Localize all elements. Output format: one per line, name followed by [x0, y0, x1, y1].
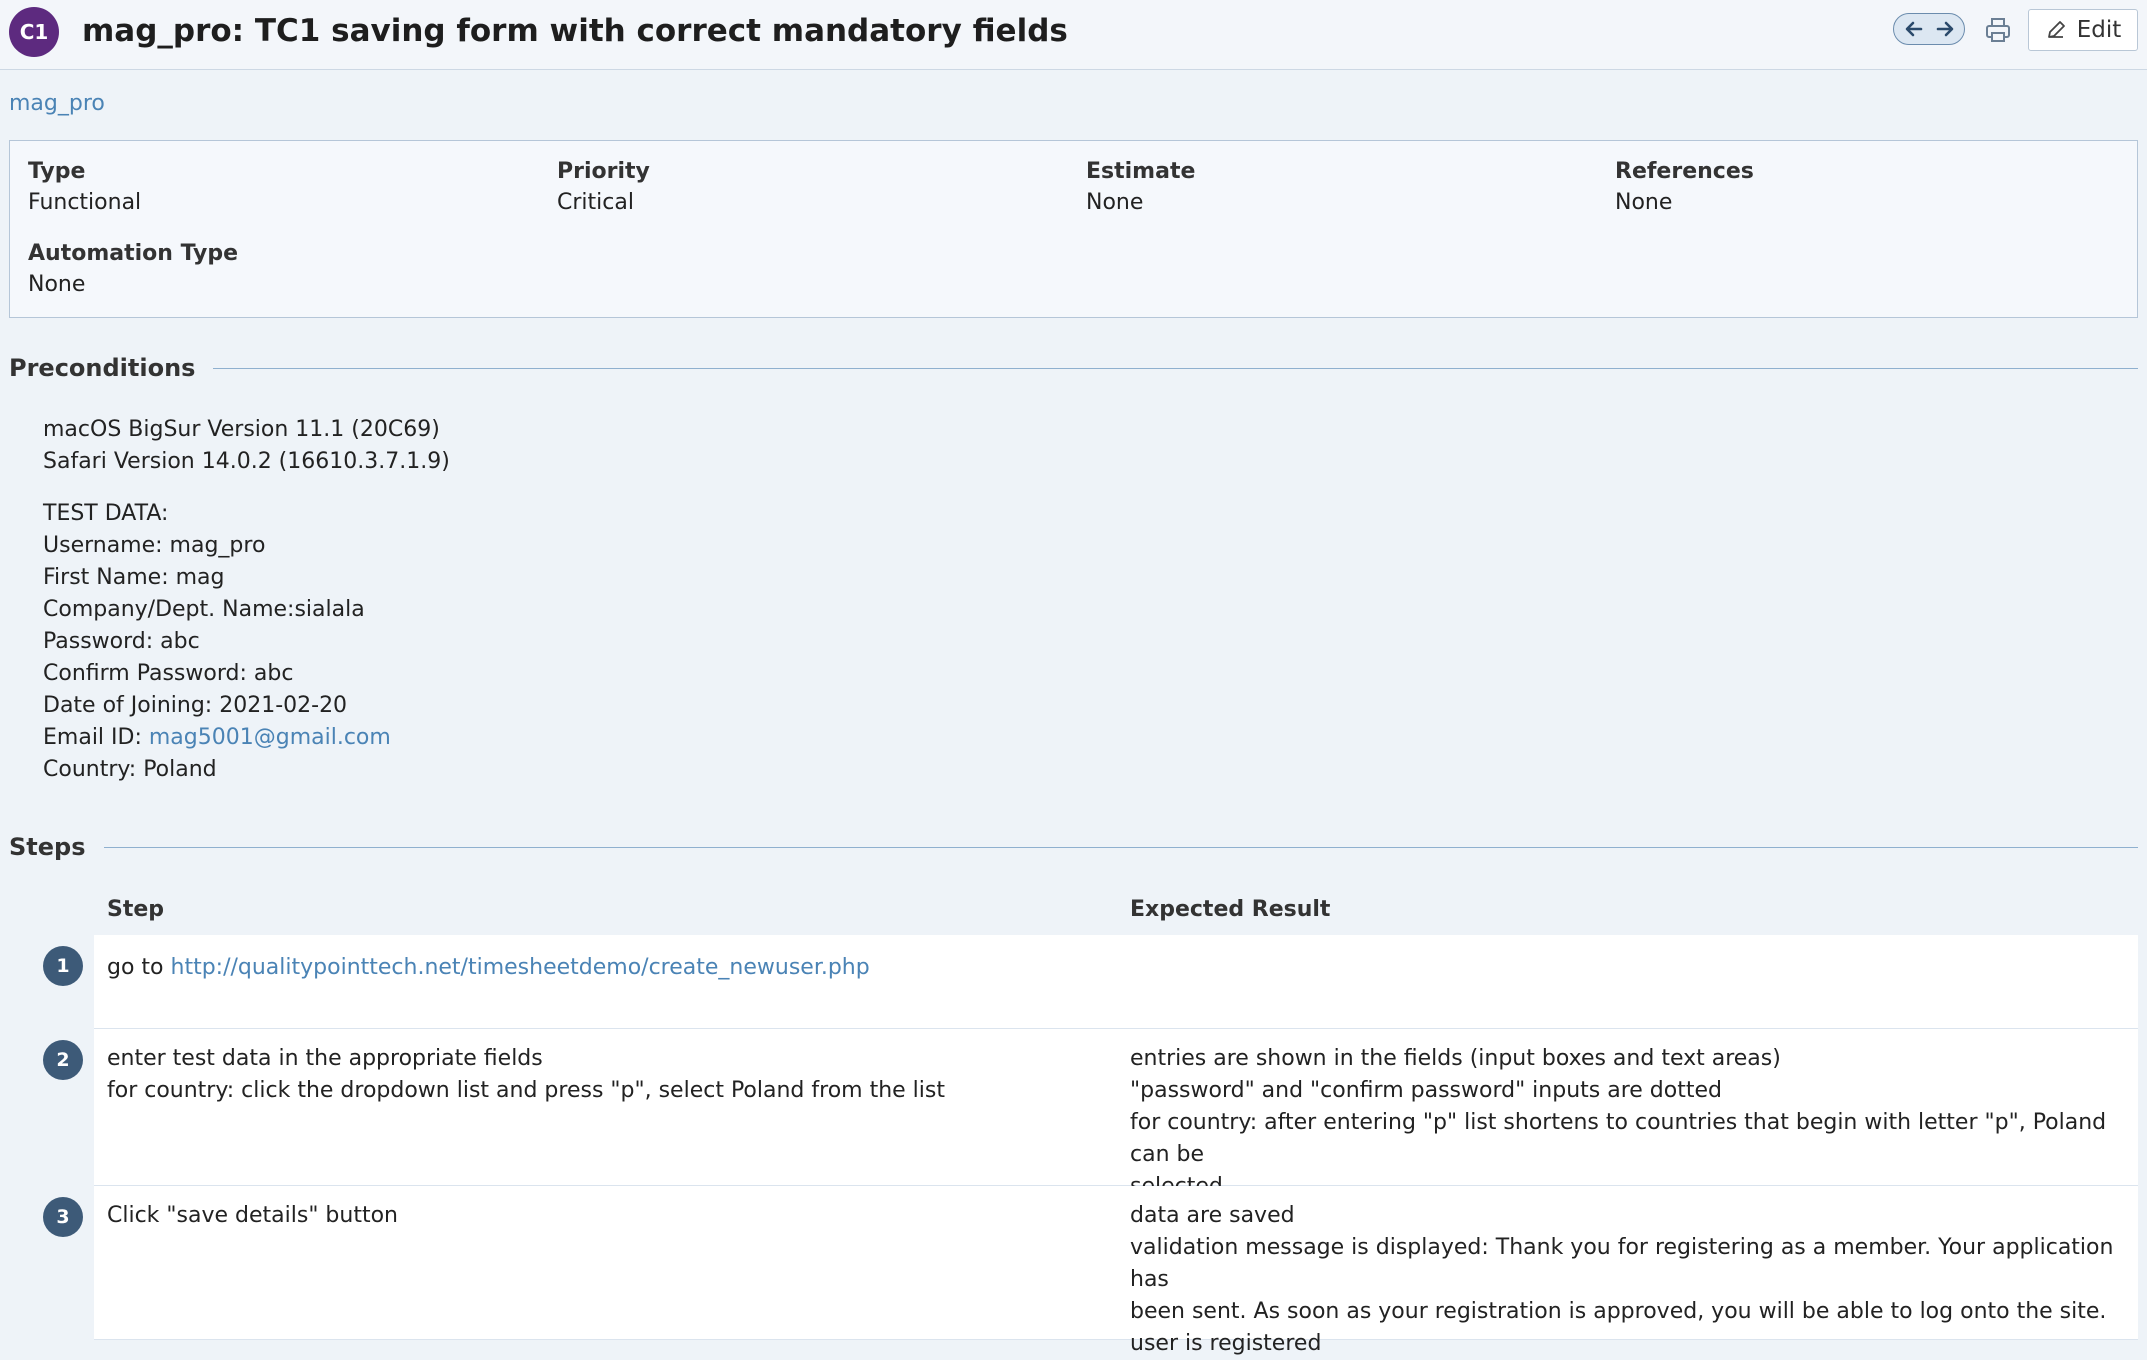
page-title: mag_pro: TC1 saving form with correct ma… — [82, 13, 1068, 49]
email-link[interactable]: mag5001@gmail.com — [149, 725, 391, 750]
expected-line: been sent. As soon as your registration … — [1130, 1299, 2107, 1324]
field-label: Estimate — [1086, 159, 1196, 184]
edit-button[interactable]: Edit — [2028, 9, 2138, 51]
step-row: enter test data in the appropriate field… — [94, 1029, 2138, 1199]
next-button[interactable] — [1931, 15, 1959, 43]
test-data-line: First Name: mag — [43, 565, 225, 590]
step-row: Click "save details" button data are sav… — [94, 1186, 2138, 1356]
country-line: Country: Poland — [43, 757, 217, 782]
print-button[interactable] — [1980, 12, 2016, 48]
section-divider — [103, 846, 2138, 848]
previous-button[interactable] — [1900, 15, 1928, 43]
env-line: Safari Version 14.0.2 (16610.3.7.1.9) — [43, 449, 450, 474]
expected-line: user is registered — [1130, 1331, 1322, 1356]
test-data-line: Username: mag_pro — [43, 533, 266, 558]
field-label: Type — [28, 159, 86, 184]
expected-line: for country: after entering "p" list sho… — [1130, 1110, 2107, 1167]
step-number: 1 — [43, 946, 83, 986]
field-automation-type: Automation Type None — [28, 239, 238, 301]
test-data-line: Password: abc — [43, 629, 200, 654]
expected-text: entries are shown in the fields (input b… — [1130, 1043, 2138, 1203]
expected-text: data are saved validation message is dis… — [1130, 1200, 2138, 1360]
step-line: for country: click the dropdown list and… — [107, 1078, 945, 1103]
step-link[interactable]: http://qualitypointtech.net/timesheetdem… — [171, 955, 870, 980]
field-label: References — [1615, 159, 1754, 184]
step-prefix: go to — [107, 955, 171, 980]
test-data-line: TEST DATA: — [43, 501, 169, 526]
field-value: Functional — [28, 190, 142, 215]
env-line: macOS BigSur Version 11.1 (20C69) — [43, 417, 440, 442]
pencil-icon — [2047, 21, 2065, 38]
expected-line: data are saved — [1130, 1203, 1295, 1228]
column-header-step: Step — [107, 897, 165, 922]
arrow-right-icon — [1936, 21, 1953, 37]
environment-text: macOS BigSur Version 11.1 (20C69) Safari… — [43, 414, 450, 478]
preconditions-title: Preconditions — [9, 354, 196, 382]
printer-icon — [1986, 18, 2010, 42]
field-priority: Priority Critical — [557, 157, 650, 219]
email-label: Email ID: — [43, 725, 149, 750]
field-type: Type Functional — [28, 157, 141, 219]
field-value: None — [28, 272, 86, 297]
steps-heading: Steps — [9, 833, 2138, 861]
navigation-group — [1893, 13, 1965, 45]
field-label: Automation Type — [28, 241, 238, 266]
field-estimate: Estimate None — [1086, 157, 1195, 219]
case-badge: C1 — [9, 7, 59, 57]
step-text: enter test data in the appropriate field… — [107, 1043, 945, 1107]
test-data-line: Company/Dept. Name:sialala — [43, 597, 365, 622]
expected-line: entries are shown in the fields (input b… — [1130, 1046, 1781, 1071]
steps-title: Steps — [9, 833, 86, 861]
field-label: Priority — [557, 159, 650, 184]
field-references: References None — [1615, 157, 1754, 219]
test-data-line: Confirm Password: abc — [43, 661, 294, 686]
step-number: 3 — [43, 1197, 83, 1237]
step-number: 2 — [43, 1040, 83, 1080]
preconditions-heading: Preconditions — [9, 354, 2138, 382]
field-value: None — [1615, 190, 1673, 215]
properties-panel: Type Functional Priority Critical Estima… — [9, 140, 2138, 318]
step-line: Click "save details" button — [107, 1203, 398, 1228]
test-data-text: TEST DATA: Username: mag_pro First Name:… — [43, 498, 391, 786]
field-value: None — [1086, 190, 1144, 215]
test-data-line: Date of Joining: 2021-02-20 — [43, 693, 348, 718]
column-header-expected: Expected Result — [1130, 897, 1331, 922]
page-header: C1 mag_pro: TC1 saving form with correct… — [0, 0, 2147, 70]
field-value: Critical — [557, 190, 634, 215]
email-line: Email ID: mag5001@gmail.com — [43, 722, 391, 754]
breadcrumb-link[interactable]: mag_pro — [9, 91, 105, 116]
step-line: enter test data in the appropriate field… — [107, 1046, 543, 1071]
expected-line: validation message is displayed: Thank y… — [1130, 1235, 2114, 1292]
edit-label: Edit — [2076, 17, 2122, 43]
step-text: Click "save details" button — [107, 1200, 398, 1232]
arrow-left-icon — [1905, 21, 1922, 37]
step-row: go to http://qualitypointtech.net/timesh… — [94, 935, 2138, 1029]
expected-line: "password" and "confirm password" inputs… — [1130, 1078, 1722, 1103]
step-text: go to http://qualitypointtech.net/timesh… — [107, 952, 870, 984]
section-divider — [213, 367, 2138, 369]
